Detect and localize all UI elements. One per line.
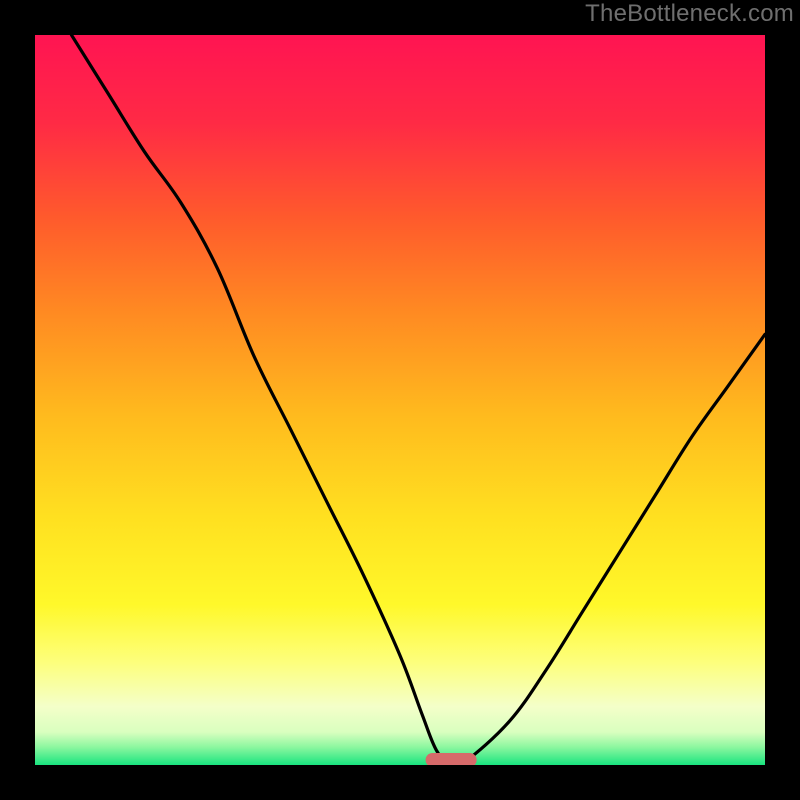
plot-area bbox=[35, 35, 765, 765]
chart-stage: TheBottleneck.com bbox=[0, 0, 800, 800]
plot-svg bbox=[35, 35, 765, 765]
watermark-text: TheBottleneck.com bbox=[585, 0, 794, 28]
bottleneck-marker bbox=[426, 753, 477, 765]
